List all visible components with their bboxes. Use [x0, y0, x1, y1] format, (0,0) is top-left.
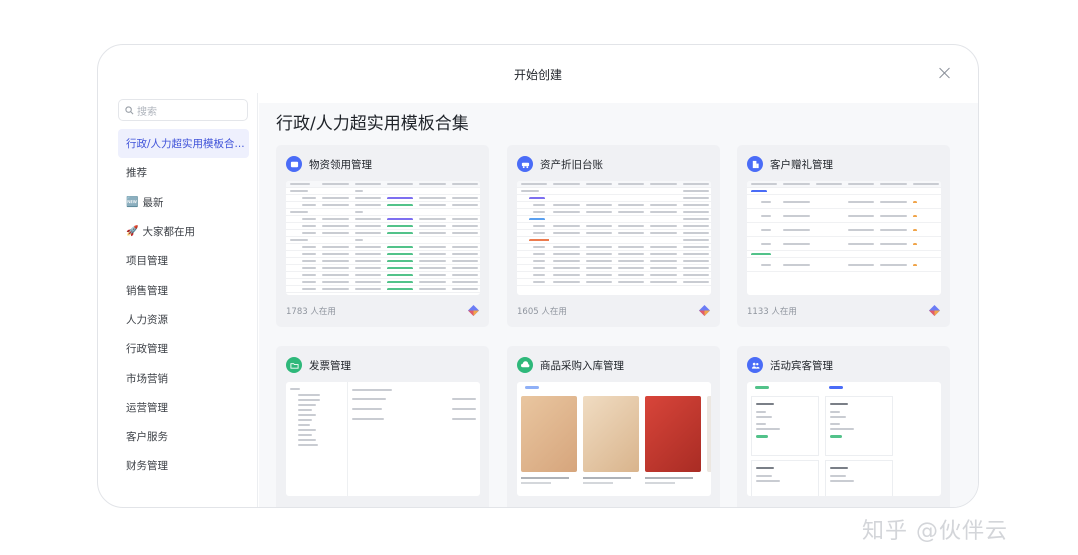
search-input[interactable]: 搜索 — [118, 99, 248, 121]
card-title: 客户赠礼管理 — [770, 158, 833, 171]
sidebar-item-recommended[interactable]: 推荐 — [118, 158, 249, 187]
app-logo-icon — [468, 305, 479, 316]
sidebar-item-label: 市场营销 — [126, 372, 168, 385]
sidebar-item-sales[interactable]: 销售管理 — [118, 275, 249, 304]
card-title: 资产折旧台账 — [540, 158, 603, 171]
sidebar-item-label: 项目管理 — [126, 255, 168, 268]
sidebar-item-marketing[interactable]: 市场营销 — [118, 363, 249, 392]
search-icon — [125, 105, 134, 114]
card-header: 客户赠礼管理 — [747, 156, 833, 172]
sidebar-item-label: 销售管理 — [126, 284, 168, 297]
watermark: 知乎 @伙伴云 — [862, 519, 1008, 544]
app-logo-icon — [699, 305, 710, 316]
search-placeholder: 搜索 — [137, 106, 157, 118]
new-icon: 🆕 — [126, 196, 139, 208]
app-logo-icon — [929, 305, 940, 316]
card-preview — [517, 181, 711, 295]
sidebar-item-label: 大家都在用 — [142, 226, 195, 239]
rocket-icon: 🚀 — [126, 226, 139, 238]
card-title: 商品采购入库管理 — [540, 359, 624, 372]
usage-count: 1605 人在用 — [517, 307, 567, 317]
sidebar-item-finance[interactable]: 财务管理 — [118, 451, 249, 480]
sidebar-item-label: 推荐 — [126, 167, 147, 180]
sidebar-item-label: 客户服务 — [126, 431, 168, 444]
product-image — [521, 396, 577, 484]
template-card-supplies[interactable]: 物资领用管理 1783 人在用 — [276, 145, 489, 327]
template-card-client-gifts[interactable]: 客户赠礼管理 1133 人在用 — [737, 145, 950, 327]
card-preview — [286, 382, 480, 496]
sidebar-item-label: 财务管理 — [126, 460, 168, 473]
sidebar-item-operations[interactable]: 运营管理 — [118, 393, 249, 422]
sidebar-item-label: 运营管理 — [126, 401, 168, 414]
sidebar-item-label: 最新 — [142, 196, 164, 209]
sidebar-item-admin-hr[interactable]: 行政/人力超实用模板合... — [118, 129, 249, 159]
folder-icon — [286, 357, 302, 373]
card-title: 发票管理 — [309, 359, 351, 372]
create-dialog: 开始创建 搜索 行政/人力超实用模板合... 推荐 🆕 最新 🚀 大家都在用 项目管… — [97, 44, 979, 508]
car-icon — [517, 156, 533, 172]
box-icon — [286, 156, 302, 172]
sidebar-item-project[interactable]: 项目管理 — [118, 246, 249, 275]
sidebar-item-label: 行政管理 — [126, 343, 168, 356]
template-panel: 行政/人力超实用模板合集 物资领用管理 1783 人在用 资产折旧台账 1605… — [259, 103, 978, 507]
template-card-invoices[interactable]: 发票管理 — [276, 346, 489, 507]
close-icon[interactable] — [938, 66, 952, 80]
sidebar-item-customer-service[interactable]: 客户服务 — [118, 422, 249, 451]
usage-count: 1133 人在用 — [747, 307, 797, 317]
card-preview — [747, 181, 941, 295]
sidebar-item-label: 行政/人力超实用模板合... — [126, 138, 245, 151]
product-image — [707, 396, 711, 472]
product-image — [583, 396, 639, 484]
card-title: 活动宾客管理 — [770, 359, 833, 372]
sidebar-item-popular[interactable]: 🚀 大家都在用 — [118, 217, 249, 246]
sidebar-item-latest[interactable]: 🆕 最新 — [118, 188, 249, 217]
card-header: 商品采购入库管理 — [517, 357, 624, 373]
template-card-asset-depreciation[interactable]: 资产折旧台账 1605 人在用 — [507, 145, 720, 327]
building-icon — [747, 156, 763, 172]
card-header: 发票管理 — [286, 357, 351, 373]
template-card-event-guests[interactable]: 活动宾客管理 — [737, 346, 950, 507]
card-header: 活动宾客管理 — [747, 357, 833, 373]
card-header: 资产折旧台账 — [517, 156, 603, 172]
card-title: 物资领用管理 — [309, 158, 372, 171]
usage-count: 1783 人在用 — [286, 307, 336, 317]
sidebar-item-hr[interactable]: 人力资源 — [118, 305, 249, 334]
page-title: 行政/人力超实用模板合集 — [276, 114, 469, 134]
cloud-upload-icon — [517, 357, 533, 373]
template-card-procurement[interactable]: 商品采购入库管理 — [507, 346, 720, 507]
sidebar-item-admin[interactable]: 行政管理 — [118, 334, 249, 363]
card-preview — [286, 181, 480, 295]
card-preview — [517, 382, 711, 496]
sidebar-item-label: 人力资源 — [126, 313, 168, 326]
card-header: 物资领用管理 — [286, 156, 372, 172]
people-icon — [747, 357, 763, 373]
category-nav: 行政/人力超实用模板合... 推荐 🆕 最新 🚀 大家都在用 项目管理 销售管理 人… — [118, 129, 249, 481]
sidebar: 搜索 行政/人力超实用模板合... 推荐 🆕 最新 🚀 大家都在用 项目管理 销售管… — [98, 93, 258, 507]
card-preview — [747, 382, 941, 496]
product-image — [645, 396, 701, 484]
